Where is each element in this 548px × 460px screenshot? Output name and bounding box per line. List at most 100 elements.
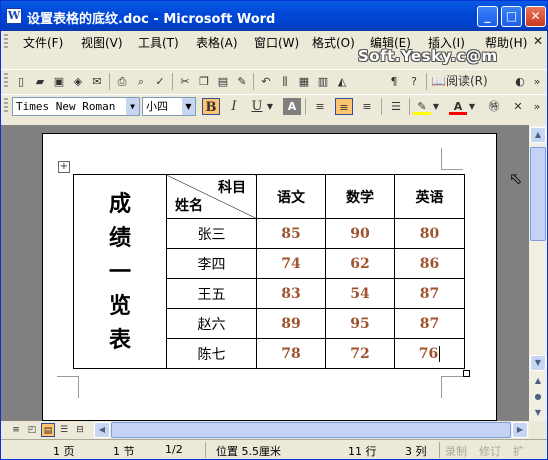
chevron-down-icon[interactable]: ▼ — [126, 98, 139, 115]
horizontal-scroll-thumb[interactable] — [111, 422, 511, 438]
vertical-scroll-thumb[interactable] — [530, 147, 546, 241]
research-icon[interactable]: ◐ — [511, 73, 529, 90]
copy-icon[interactable]: ❐ — [195, 73, 213, 90]
undo-icon[interactable]: ↶ — [257, 73, 275, 90]
subject-header-cell[interactable]: 语文 — [256, 174, 326, 219]
save-icon[interactable]: ▣ — [50, 73, 68, 90]
menu-format[interactable]: 格式(O) — [312, 34, 355, 51]
scroll-left-icon[interactable]: ◀ — [94, 422, 110, 438]
score-cell[interactable]: 90 — [325, 218, 395, 249]
score-cell[interactable]: 89 — [256, 308, 326, 339]
italic-button[interactable]: I — [225, 98, 243, 115]
previous-page-icon[interactable]: ▲ — [530, 373, 546, 389]
score-cell[interactable]: 87 — [394, 278, 465, 309]
show-hide-icon[interactable]: ¶ — [385, 73, 403, 90]
numbering-icon[interactable]: ☰ — [387, 98, 405, 115]
scroll-up-icon[interactable]: ▲ — [530, 127, 546, 143]
select-browse-object-icon[interactable]: ● — [530, 389, 546, 405]
minimize-button[interactable]: _ — [477, 6, 498, 27]
score-cell[interactable]: 72 — [325, 338, 395, 369]
align-center-icon[interactable]: ≡ — [335, 98, 353, 115]
close-button[interactable]: ✕ — [525, 6, 546, 27]
chevron-down-icon[interactable]: ▼ — [182, 98, 195, 115]
scroll-down-icon[interactable]: ▼ — [530, 355, 546, 371]
format-painter-icon[interactable]: ✎ — [233, 73, 251, 90]
status-trk[interactable]: 修订 — [479, 443, 501, 459]
subject-header-cell[interactable]: 数学 — [325, 174, 395, 219]
font-size-combo[interactable]: 小四 ▼ — [142, 97, 196, 116]
toolbar-grip[interactable] — [4, 73, 8, 89]
student-name-cell[interactable]: 王五 — [166, 278, 257, 309]
scroll-right-icon[interactable]: ▶ — [512, 422, 528, 438]
menu-view[interactable]: 视图(V) — [81, 34, 123, 51]
score-cell[interactable]: 83 — [256, 278, 326, 309]
menu-table[interactable]: 表格(A) — [196, 34, 238, 51]
toolbar-options-icon[interactable]: » — [531, 73, 543, 90]
spelling-icon[interactable]: ✓ — [151, 73, 169, 90]
drawing-icon[interactable]: ◭ — [333, 73, 351, 90]
cut-icon[interactable]: ✂ — [176, 73, 194, 90]
web-view-icon[interactable]: ◰ — [25, 423, 39, 437]
subject-header-cell[interactable]: 英语 — [394, 174, 465, 219]
chevron-down-icon[interactable]: ▼ — [467, 98, 477, 115]
status-ext[interactable]: 扩 — [513, 443, 524, 459]
vertical-scrollbar[interactable]: ▲ ▼ ▲ ● ▼ — [529, 125, 547, 421]
student-name-cell[interactable]: 陈七 — [166, 338, 257, 369]
read-mode-button[interactable]: 📖阅读(R) — [431, 73, 493, 90]
reading-view-icon[interactable]: ⊟ — [73, 423, 87, 437]
score-table[interactable]: 成绩一览表科目 姓名 语文 数学 英语 张三 85 90 80 李四 74 62 86 王五 83 54 87 赵… — [73, 174, 465, 369]
insert-excel-icon[interactable]: ▥ — [314, 73, 332, 90]
menu-tools[interactable]: 工具(T) — [138, 34, 179, 51]
student-name-cell[interactable]: 张三 — [166, 218, 257, 249]
score-cell[interactable]: 86 — [394, 248, 465, 279]
paste-icon[interactable]: ▤ — [214, 73, 232, 90]
horizontal-scrollbar[interactable]: ◀ ▶ — [93, 422, 529, 438]
toolbar-grip[interactable] — [4, 98, 8, 114]
word-app-icon[interactable]: W — [6, 8, 22, 24]
normal-view-icon[interactable]: ≡ — [9, 423, 23, 437]
status-rec[interactable]: 录制 — [445, 443, 467, 459]
score-cell[interactable]: 87 — [394, 308, 465, 339]
columns-icon[interactable]: ⫼ — [276, 73, 294, 90]
table-resize-handle[interactable] — [463, 370, 470, 377]
insert-table-icon[interactable]: ▦ — [295, 73, 313, 90]
font-name-combo[interactable]: Times New Roman ▼ — [12, 97, 140, 116]
print-icon[interactable]: ⎙ — [113, 73, 131, 90]
score-cell[interactable]: 78 — [256, 338, 326, 369]
character-shading-icon[interactable]: A — [283, 98, 301, 115]
document-close-icon[interactable]: ✕ — [533, 34, 543, 48]
print-layout-icon[interactable]: ▤ — [41, 423, 55, 437]
score-cell[interactable]: 76 — [394, 338, 465, 369]
maximize-button[interactable]: □ — [501, 6, 522, 27]
align-left-icon[interactable]: ≡ — [311, 98, 329, 115]
chevron-down-icon[interactable]: ▼ — [431, 98, 441, 115]
permission-icon[interactable]: ◈ — [69, 73, 87, 90]
align-right-icon[interactable]: ≡ — [358, 98, 376, 115]
vertical-title-cell[interactable]: 成绩一览表 — [73, 174, 167, 369]
font-color-icon[interactable]: A — [449, 98, 467, 115]
new-document-icon[interactable]: ▯ — [12, 73, 30, 90]
student-name-cell[interactable]: 李四 — [166, 248, 257, 279]
highlight-icon[interactable]: ✎ — [413, 98, 431, 115]
email-icon[interactable]: ✉ — [88, 73, 106, 90]
print-preview-icon[interactable]: ⌕ — [132, 73, 150, 90]
outline-view-icon[interactable]: ☰ — [57, 423, 71, 437]
chevron-down-icon[interactable]: ▼ — [265, 98, 275, 115]
table-move-handle-icon[interactable]: + — [58, 161, 70, 173]
score-cell[interactable]: 74 — [256, 248, 326, 279]
score-cell[interactable]: 95 — [325, 308, 395, 339]
help-icon[interactable]: ? — [405, 73, 423, 90]
score-cell[interactable]: 85 — [256, 218, 326, 249]
diagonal-header-cell[interactable]: 科目 姓名 — [166, 174, 257, 219]
bold-button[interactable]: B — [202, 98, 220, 115]
menu-window[interactable]: 窗口(W) — [254, 34, 299, 51]
toolbar-options-icon[interactable]: » — [531, 98, 543, 115]
next-page-icon[interactable]: ▼ — [530, 405, 546, 421]
menu-file[interactable]: 文件(F) — [23, 34, 63, 51]
score-cell[interactable]: 62 — [325, 248, 395, 279]
toolbar-grip[interactable] — [4, 34, 8, 50]
open-folder-icon[interactable]: ▰ — [31, 73, 49, 90]
phonetic-guide-icon[interactable]: ㊕ — [485, 98, 503, 115]
clear-format-icon[interactable]: ✕ — [509, 98, 527, 115]
score-cell[interactable]: 80 — [394, 218, 465, 249]
